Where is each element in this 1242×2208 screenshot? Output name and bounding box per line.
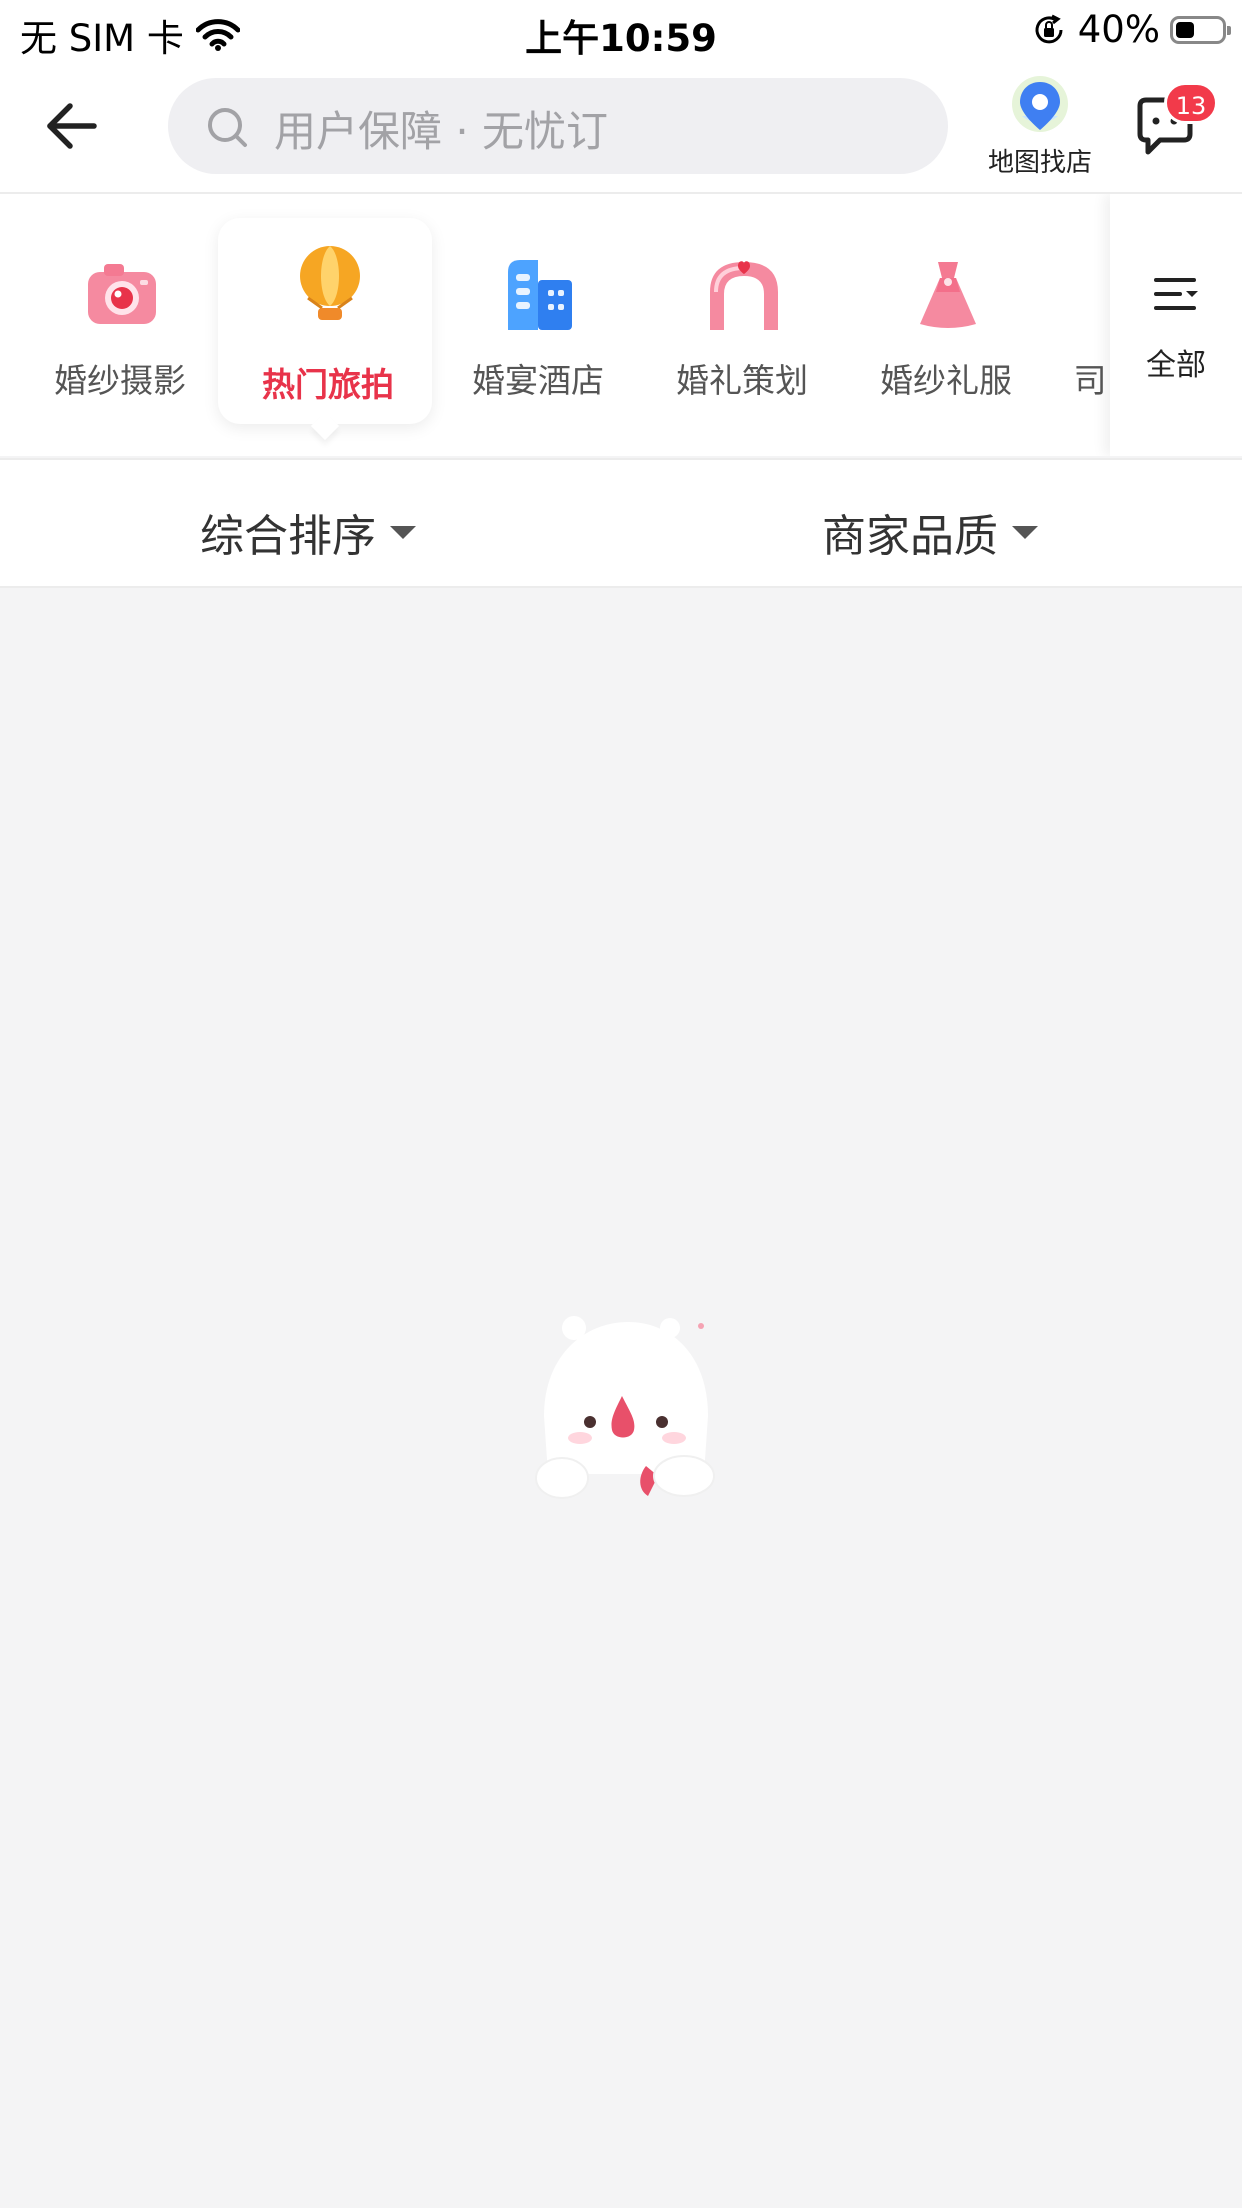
map-pin-icon xyxy=(1012,76,1068,132)
wedding-arch-icon xyxy=(710,261,778,330)
loading-mascot-icon xyxy=(535,1316,715,1499)
category-wedding-dress[interactable]: 婚纱礼服 xyxy=(846,194,1046,456)
category-wedding-photography[interactable]: 婚纱摄影 xyxy=(20,194,220,456)
category-hot-travel-photo[interactable]: 热门旅拍 xyxy=(218,194,432,456)
hotel-building-icon xyxy=(508,260,572,330)
category-label: 婚纱摄影 xyxy=(54,361,186,400)
all-categories-button[interactable]: 全部 xyxy=(1110,194,1242,456)
dropdown-arrow-icon xyxy=(390,525,416,539)
status-right: 40% xyxy=(1032,8,1231,51)
category-wedding-hotel[interactable]: 婚宴酒店 xyxy=(438,194,638,456)
search-input[interactable]: 用户保障 · 无忧订 xyxy=(168,78,948,174)
dropdown-arrow-icon xyxy=(1012,525,1038,539)
quality-dropdown[interactable]: 商家品质 xyxy=(822,500,1038,564)
quality-label: 商家品质 xyxy=(822,511,998,562)
search-placeholder: 用户保障 · 无忧订 xyxy=(274,107,609,156)
category-label: 热门旅拍 xyxy=(262,365,394,404)
filter-bar: 综合排序 商家品质 xyxy=(0,458,1242,588)
top-navigation: 用户保障 · 无忧订 地图找店 13 xyxy=(0,62,1242,194)
battery-icon xyxy=(1170,15,1231,44)
search-icon xyxy=(208,108,247,147)
battery-percent: 40% xyxy=(1077,8,1160,51)
dress-icon xyxy=(920,262,976,328)
map-label: 地图找店 xyxy=(987,148,1092,178)
message-count-badge: 13 xyxy=(1164,82,1218,124)
map-find-store-button[interactable]: 地图找店 xyxy=(980,76,1100,180)
battery-fill xyxy=(1176,21,1194,38)
back-arrow-icon[interactable] xyxy=(40,94,104,158)
category-wedding-planning[interactable]: 婚礼策划 xyxy=(642,194,842,456)
sort-dropdown[interactable]: 综合排序 xyxy=(200,500,416,564)
category-label: 婚宴酒店 xyxy=(472,361,604,400)
category-label: 婚纱礼服 xyxy=(880,361,1012,400)
status-bar: 无 SIM 卡 上午10:59 40% xyxy=(0,0,1242,62)
hot-air-balloon-icon xyxy=(300,246,360,320)
category-scroller: 婚纱摄影 热门旅拍 婚宴酒店 婚礼策划 婚纱礼服 司 全部 xyxy=(0,194,1242,456)
sort-label: 综合排序 xyxy=(200,511,376,562)
all-label: 全部 xyxy=(1146,348,1206,383)
menu-filter-icon xyxy=(1154,278,1198,310)
category-label: 婚礼策划 xyxy=(676,361,808,400)
camera-icon xyxy=(88,264,156,324)
rotation-lock-icon xyxy=(1035,14,1063,43)
